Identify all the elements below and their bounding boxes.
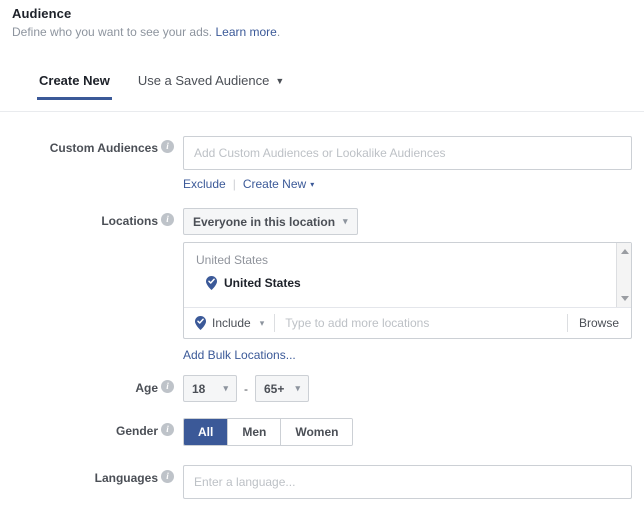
include-exclude-dropdown[interactable]: Include ▾ xyxy=(184,316,274,330)
age-range-separator: - xyxy=(244,381,248,396)
add-bulk-locations-link[interactable]: Add Bulk Locations... xyxy=(183,348,296,362)
age-max-value: 65+ xyxy=(264,381,285,396)
location-scope-label: Everyone in this location xyxy=(193,214,336,229)
learn-more-link[interactable]: Learn more xyxy=(215,25,276,39)
chevron-down-icon: ▾ xyxy=(343,216,348,226)
location-item-united-states[interactable]: United States xyxy=(184,268,631,291)
page-title: Audience xyxy=(12,6,72,21)
languages-label: Languages xyxy=(94,471,158,485)
gender-segmented-control: All Men Women xyxy=(183,418,354,446)
gender-option-all[interactable]: All xyxy=(184,419,228,445)
tab-use-saved-audience[interactable]: Use a Saved Audience ▼ xyxy=(124,72,298,101)
age-min-dropdown[interactable]: 18 ▾ xyxy=(183,375,237,402)
scroll-up-arrow-icon[interactable] xyxy=(617,245,632,258)
audience-panel: Audience Define who you want to see your… xyxy=(0,0,644,507)
map-pin-check-icon xyxy=(195,316,206,330)
tabs-divider xyxy=(0,111,644,112)
section-header: Audience Define who you want to see your… xyxy=(12,6,280,40)
custom-audiences-label: Custom Audiences xyxy=(49,141,158,155)
section-subtitle: Define who you want to see your ads. Lea… xyxy=(12,24,280,40)
age-label: Age xyxy=(135,381,158,395)
chevron-down-icon: ▾ xyxy=(223,383,228,393)
scroll-down-arrow-icon[interactable] xyxy=(617,292,632,305)
include-label: Include xyxy=(212,316,251,330)
chevron-down-icon[interactable]: ▾ xyxy=(310,180,314,189)
locations-group-header: United States xyxy=(196,253,269,267)
info-icon-gender[interactable]: i xyxy=(161,423,174,436)
locations-label: Locations xyxy=(101,214,158,228)
age-max-dropdown[interactable]: 65+ ▾ xyxy=(255,375,309,402)
locations-entry-row: Include ▾ Browse xyxy=(184,307,631,338)
info-icon-languages[interactable]: i xyxy=(161,470,174,483)
exclude-link[interactable]: Exclude xyxy=(183,177,226,191)
gender-option-men[interactable]: Men xyxy=(227,419,281,445)
location-item-label: United States xyxy=(224,276,301,290)
tab-create-new[interactable]: Create New xyxy=(25,72,124,100)
locations-scrollbar[interactable] xyxy=(616,243,631,307)
info-icon-custom-audiences[interactable]: i xyxy=(161,140,174,153)
locations-panel: United States United States Include ▾ Ty… xyxy=(183,242,632,339)
subtitle-text: Define who you want to see your ads. xyxy=(12,25,213,39)
info-icon-locations[interactable]: i xyxy=(161,213,174,226)
subtitle-period: . xyxy=(276,25,281,39)
browse-locations-button[interactable]: Browse xyxy=(568,316,631,330)
links-separator: | xyxy=(232,177,236,191)
map-pin-check-icon xyxy=(206,276,217,290)
chevron-down-icon: ▾ xyxy=(259,317,265,328)
audience-tabs: Create New Use a Saved Audience ▼ xyxy=(0,72,644,112)
gender-option-women[interactable]: Women xyxy=(280,419,353,445)
locations-list: United States United States xyxy=(184,243,631,307)
chevron-down-icon: ▼ xyxy=(275,76,285,86)
info-icon-age[interactable]: i xyxy=(161,380,174,393)
create-new-audience-link[interactable]: Create New xyxy=(243,177,306,191)
gender-label: Gender xyxy=(115,424,158,438)
tab-create-new-label: Create New xyxy=(39,73,110,88)
age-min-value: 18 xyxy=(192,381,206,396)
location-scope-dropdown[interactable]: Everyone in this location ▾ xyxy=(183,208,358,235)
tab-use-saved-audience-label: Use a Saved Audience xyxy=(137,73,270,88)
chevron-down-icon: ▾ xyxy=(295,383,300,393)
custom-audiences-input[interactable] xyxy=(183,136,632,170)
location-search-input[interactable] xyxy=(275,308,567,338)
languages-input[interactable] xyxy=(183,465,632,499)
